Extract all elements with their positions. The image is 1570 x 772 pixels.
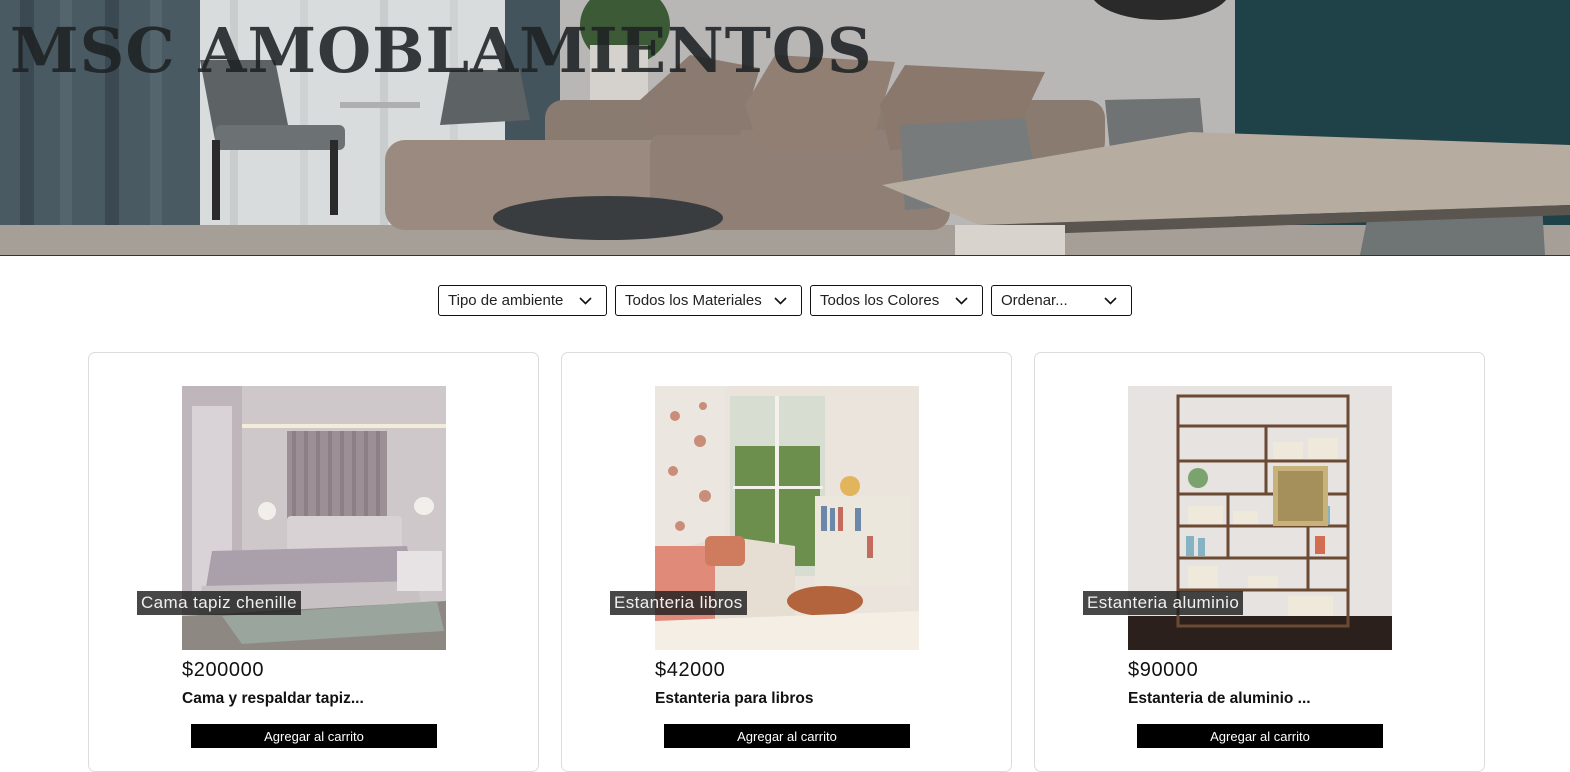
- ambiente-select[interactable]: Tipo de ambiente: [438, 285, 607, 316]
- product-card: Estanteria aluminio $90000 Estanteria de…: [1034, 352, 1485, 772]
- product-name[interactable]: Estanteria de aluminio ...: [1128, 690, 1311, 708]
- chevron-down-icon: [774, 296, 787, 305]
- product-card: Cama tapiz chenille $200000 Cama y respa…: [88, 352, 539, 772]
- hero-banner: MSC AMOBLAMIENTOS: [0, 0, 1570, 256]
- materiales-select[interactable]: Todos los Materiales: [615, 285, 802, 316]
- product-price: $200000: [182, 659, 265, 681]
- product-grid: Cama tapiz chenille $200000 Cama y respa…: [88, 352, 1487, 772]
- product-price: $90000: [1128, 659, 1199, 681]
- product-caption: Estanteria aluminio: [1083, 591, 1244, 615]
- site-title: MSC AMOBLAMIENTOS: [10, 14, 873, 87]
- add-to-cart-button[interactable]: Agregar al carrito: [191, 724, 437, 748]
- filter-bar: Tipo de ambiente Todos los Materiales To…: [0, 285, 1570, 316]
- product-caption: Cama tapiz chenille: [137, 591, 301, 615]
- materiales-select-label: Todos los Materiales: [625, 292, 762, 309]
- ordenar-select-label: Ordenar...: [1001, 292, 1068, 309]
- product-caption: Estanteria libros: [610, 591, 747, 615]
- chevron-down-icon: [955, 296, 968, 305]
- add-to-cart-button[interactable]: Agregar al carrito: [1137, 724, 1383, 748]
- add-to-cart-button[interactable]: Agregar al carrito: [664, 724, 910, 748]
- ambiente-select-label: Tipo de ambiente: [448, 292, 564, 309]
- colores-select-label: Todos los Colores: [820, 292, 940, 309]
- chevron-down-icon: [579, 296, 592, 305]
- product-price: $42000: [655, 659, 726, 681]
- colores-select[interactable]: Todos los Colores: [810, 285, 983, 316]
- chevron-down-icon: [1104, 296, 1117, 305]
- ordenar-select[interactable]: Ordenar...: [991, 285, 1132, 316]
- product-name[interactable]: Cama y respaldar tapiz...: [182, 690, 364, 708]
- product-card: Estanteria libros $42000 Estanteria para…: [561, 352, 1012, 772]
- product-name[interactable]: Estanteria para libros: [655, 690, 814, 708]
